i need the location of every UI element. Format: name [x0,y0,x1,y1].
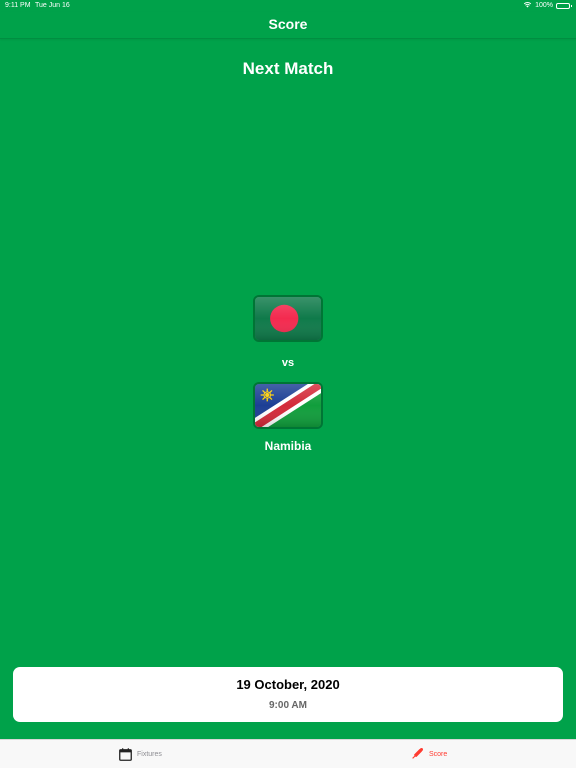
status-indicators: 100% [523,1,572,10]
score-screen: 9:11 PM Tue Jun 16 100% Score Next Match [0,0,576,768]
bangladesh-flag [253,295,323,342]
status-bar: 9:11 PM Tue Jun 16 100% [0,0,576,12]
tab-score-label: Score [429,750,448,758]
match-time: 9:00 AM [269,700,307,711]
cricket-bat-icon [410,747,424,761]
match-date: 19 October, 2020 [236,677,340,692]
battery-percent: 100% [535,2,553,9]
wifi-icon [523,1,532,10]
tab-bar: Fixtures Score [0,739,576,768]
match-datetime-card: 19 October, 2020 9:00 AM [13,667,563,722]
namibia-flag [253,382,323,429]
tab-fixtures[interactable]: Fixtures [119,746,162,762]
vs-label: vs [281,357,295,369]
tab-score[interactable]: Score [410,746,447,762]
away-team-name: Namibia [264,439,312,453]
status-date: Tue Jun 16 [35,2,70,9]
battery-icon [556,2,572,9]
next-match-heading: Next Match [242,59,334,78]
nav-title: Score [268,16,308,32]
calendar-icon [119,747,132,761]
navigation-bar: Score [0,12,576,39]
status-time: 9:11 PM [5,2,31,9]
tab-fixtures-label: Fixtures [137,750,162,758]
